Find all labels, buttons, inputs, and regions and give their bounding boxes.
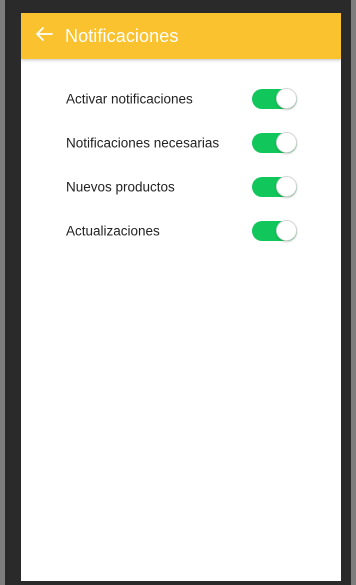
arrow-left-icon — [35, 26, 53, 47]
toggle-knob — [276, 132, 297, 153]
setting-label: Activar notificaciones — [66, 91, 193, 107]
toggle-knob — [276, 88, 297, 109]
setting-label: Nuevos productos — [66, 179, 175, 195]
page-title: Notificaciones — [65, 25, 179, 46]
setting-row-actualizaciones: Actualizaciones — [21, 211, 341, 251]
setting-label: Notificaciones necesarias — [66, 135, 220, 151]
toggle-knob — [276, 220, 297, 241]
setting-row-notificaciones-necesarias: Notificaciones necesarias — [21, 123, 341, 163]
app-screen: Notificaciones Activar notificaciones No… — [21, 13, 341, 581]
toggle-switch[interactable] — [252, 88, 297, 109]
setting-row-activar-notificaciones: Activar notificaciones — [21, 79, 341, 119]
toggle-knob — [276, 176, 297, 197]
setting-label: Actualizaciones — [66, 223, 160, 239]
toggle-switch[interactable] — [252, 220, 297, 241]
toggle-switch[interactable] — [252, 132, 297, 153]
app-bar: Notificaciones — [21, 13, 341, 59]
setting-row-nuevos-productos: Nuevos productos — [21, 167, 341, 207]
back-button[interactable] — [33, 25, 55, 47]
toggle-switch[interactable] — [252, 176, 297, 197]
